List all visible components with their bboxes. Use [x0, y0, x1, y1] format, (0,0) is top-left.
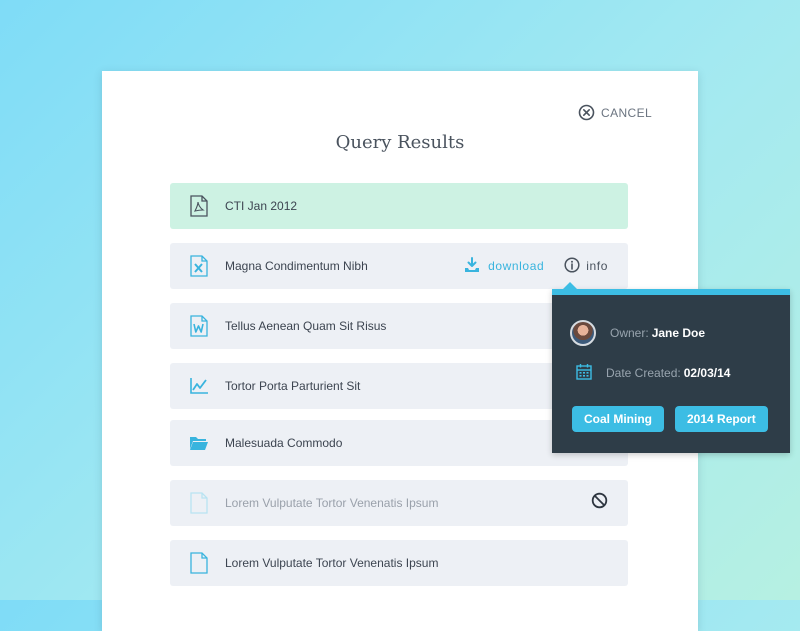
result-name: Lorem Vulputate Tortor Venenatis Ipsum [225, 556, 439, 570]
result-name: Tellus Aenean Quam Sit Risus [225, 319, 387, 333]
result-name: Tortor Porta Parturient Sit [225, 379, 361, 393]
avatar [570, 320, 596, 346]
row-actions: download info [464, 243, 608, 289]
info-popover: Owner: Jane Doe Date Created: 02/03/14 C… [552, 282, 790, 453]
tag-coal-mining[interactable]: Coal Mining [572, 406, 664, 432]
no-access-icon [591, 492, 608, 514]
result-row[interactable]: CTI Jan 2012 [170, 183, 628, 229]
row-actions [591, 480, 608, 526]
result-name: Lorem Vulputate Tortor Venenatis Ipsum [225, 496, 439, 510]
cancel-button[interactable]: CANCEL [578, 104, 652, 121]
blank-file-icon [189, 492, 209, 514]
result-row: Lorem Vulputate Tortor Venenatis Ipsum [170, 480, 628, 526]
result-row[interactable]: Magna Condimentum Nibh download info [170, 243, 628, 289]
excel-file-icon [189, 255, 209, 277]
owner-value: Jane Doe [651, 326, 706, 340]
info-button[interactable]: info [564, 256, 608, 276]
info-label: info [586, 259, 608, 273]
download-label: download [488, 259, 545, 273]
date-created-label: Date Created: [606, 366, 681, 380]
close-circle-icon [578, 104, 595, 121]
owner-label: Owner: [610, 326, 649, 340]
popover-arrow [563, 282, 577, 289]
result-name: Magna Condimentum Nibh [225, 259, 368, 273]
tag-2014-report[interactable]: 2014 Report [675, 406, 768, 432]
page-title: Query Results [335, 132, 465, 153]
result-row[interactable]: Lorem Vulputate Tortor Venenatis Ipsum [170, 540, 628, 586]
pdf-file-icon [189, 195, 209, 217]
download-button[interactable]: download [464, 256, 545, 276]
chart-file-icon [189, 375, 209, 397]
result-name: Malesuada Commodo [225, 436, 343, 450]
download-icon [464, 256, 480, 276]
blank-file-icon [189, 552, 209, 574]
folder-icon [189, 432, 209, 454]
date-row: Date Created: 02/03/14 [576, 363, 730, 383]
cancel-label: CANCEL [601, 105, 653, 120]
tag-list: Coal Mining 2014 Report [572, 406, 768, 432]
owner-row: Owner: Jane Doe [570, 320, 705, 346]
date-created-value: 02/03/14 [683, 366, 731, 380]
calendar-icon [576, 363, 592, 383]
info-icon [564, 256, 580, 276]
word-file-icon [189, 315, 209, 337]
result-name: CTI Jan 2012 [225, 199, 298, 213]
